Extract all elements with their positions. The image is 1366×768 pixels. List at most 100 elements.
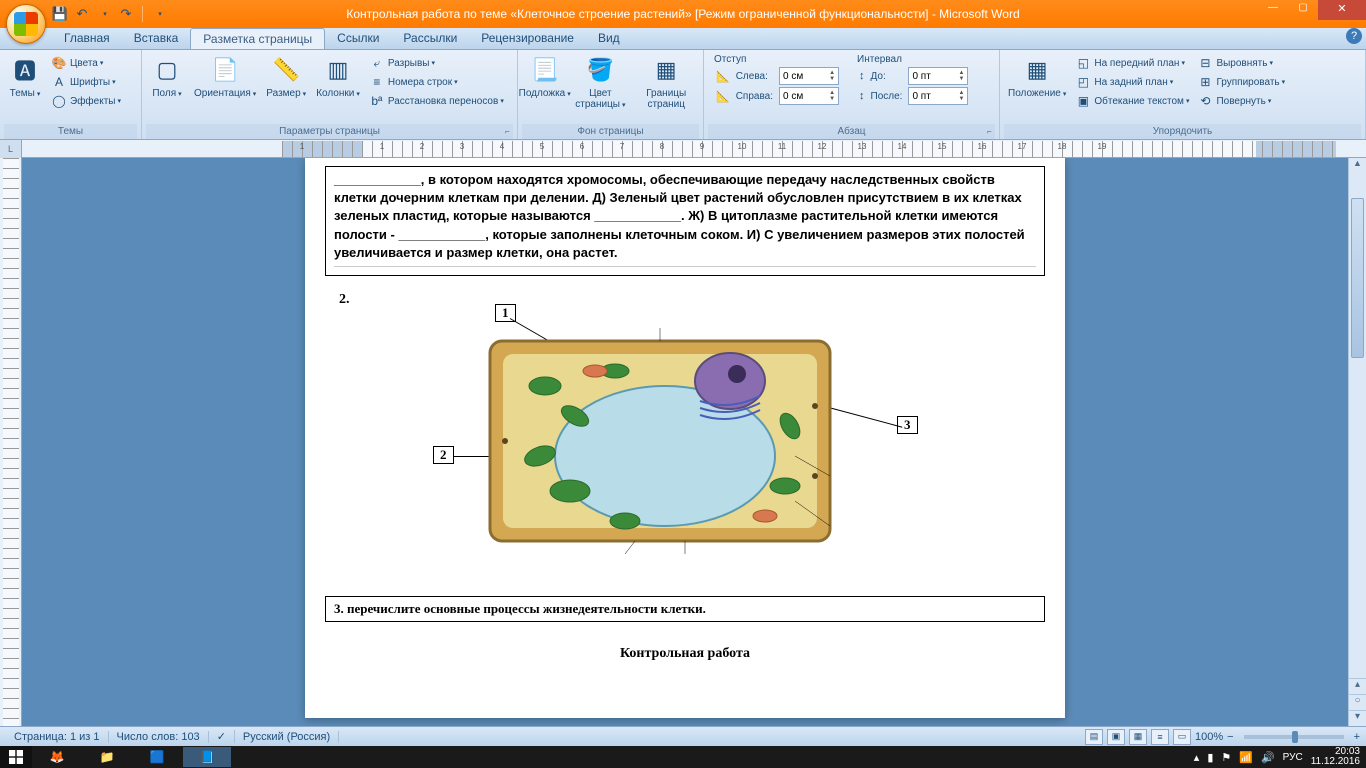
tab-page-layout[interactable]: Разметка страницы xyxy=(190,28,325,49)
themes-icon: 🅰 xyxy=(9,54,41,86)
tray-battery-icon[interactable]: ▮ xyxy=(1207,751,1213,764)
taskbar-firefox[interactable]: 🦊 xyxy=(33,747,81,767)
zoom-in[interactable]: + xyxy=(1354,731,1360,743)
undo-dropdown[interactable] xyxy=(96,6,112,22)
save-icon[interactable]: 💾 xyxy=(52,6,68,22)
spacing-after-icon: ↕ xyxy=(859,90,865,102)
indent-right-input[interactable]: 0 см▲▼ xyxy=(779,87,839,105)
spacing-before-input[interactable]: 0 пт▲▼ xyxy=(908,67,968,85)
view-full-screen[interactable]: ▣ xyxy=(1107,729,1125,745)
close-button[interactable] xyxy=(1318,0,1366,20)
line-numbers-button[interactable]: ≡Номера строк xyxy=(366,73,507,91)
scroll-up-icon[interactable]: ▲ xyxy=(1349,158,1366,174)
colors-icon: 🎨 xyxy=(51,55,67,71)
tray-up-icon[interactable]: ▴ xyxy=(1194,751,1200,764)
tab-view[interactable]: Вид xyxy=(586,28,632,49)
hyphenation-button[interactable]: bªРасстановка переносов xyxy=(366,92,507,110)
watermark-button[interactable]: 📃Подложка xyxy=(522,52,567,102)
view-web-layout[interactable]: ▦ xyxy=(1129,729,1147,745)
tab-review[interactable]: Рецензирование xyxy=(469,28,586,49)
prev-page-icon[interactable]: ▴ xyxy=(1349,678,1366,694)
view-outline[interactable]: ≡ xyxy=(1151,729,1169,745)
align-button[interactable]: ⊟Выровнять xyxy=(1194,54,1288,72)
borders-icon: ▦ xyxy=(650,54,682,86)
office-button[interactable] xyxy=(6,4,46,44)
qat-separator xyxy=(142,6,143,22)
status-proofing[interactable]: ✓ xyxy=(209,730,235,743)
window-title: Контрольная работа по теме «Клеточное ст… xyxy=(346,7,1019,21)
breaks-button[interactable]: ⤶Разрывы xyxy=(366,54,507,72)
zoom-level[interactable]: 100% xyxy=(1195,731,1223,743)
columns-button[interactable]: ▥Колонки xyxy=(312,52,364,102)
text-wrap-button[interactable]: ▣Обтекание текстом xyxy=(1072,92,1192,110)
redo-icon[interactable]: ↷ xyxy=(118,6,134,22)
indent-left-input[interactable]: 0 см▲▼ xyxy=(779,67,839,85)
maximize-button[interactable] xyxy=(1288,0,1318,20)
tab-references[interactable]: Ссылки xyxy=(325,28,391,49)
theme-fonts[interactable]: AШрифты xyxy=(48,73,124,91)
theme-effects[interactable]: ◯Эффекты xyxy=(48,92,124,110)
tab-home[interactable]: Главная xyxy=(52,28,122,49)
group-themes-title: Темы xyxy=(4,124,137,139)
next-page-icon[interactable]: ▾ xyxy=(1349,710,1366,726)
taskbar-explorer[interactable]: 📁 xyxy=(83,747,131,767)
vertical-scrollbar[interactable]: ▲ ▴ ○ ▾ xyxy=(1348,158,1366,726)
bring-front-button[interactable]: ◱На передний план xyxy=(1072,54,1192,72)
view-draft[interactable]: ▭ xyxy=(1173,729,1191,745)
undo-icon[interactable]: ↶ xyxy=(74,6,90,22)
wrap-icon: ▣ xyxy=(1075,93,1091,109)
zoom-out[interactable]: − xyxy=(1227,731,1233,743)
document-page[interactable]: ____________, в котором находятся хромос… xyxy=(305,158,1065,718)
tab-insert[interactable]: Вставка xyxy=(122,28,191,49)
columns-icon: ▥ xyxy=(322,54,354,86)
pagesetup-launcher[interactable]: ⌐ xyxy=(505,127,515,137)
tab-mailings[interactable]: Рассылки xyxy=(391,28,469,49)
group-button[interactable]: ⊞Группировать xyxy=(1194,73,1288,91)
help-button[interactable]: ? xyxy=(1346,28,1362,44)
diagram-label-3: 3 xyxy=(897,416,918,434)
browse-object-icon[interactable]: ○ xyxy=(1349,694,1366,710)
rotate-button[interactable]: ⟲Повернуть xyxy=(1194,92,1288,110)
orientation-button[interactable]: 📄Ориентация xyxy=(190,52,260,102)
margins-button[interactable]: ▢Поля xyxy=(146,52,188,102)
tray-date[interactable]: 11.12.2016 xyxy=(1311,757,1360,767)
zoom-slider[interactable] xyxy=(1244,735,1344,739)
group-arrange-title: Упорядочить xyxy=(1004,124,1361,139)
taskbar-word[interactable]: 📘 xyxy=(183,747,231,767)
document-heading: Контрольная работа xyxy=(325,646,1045,662)
group-pagesetup-title: Параметры страницы xyxy=(146,124,513,139)
page-borders-button[interactable]: ▦Границы страниц xyxy=(633,52,699,112)
qat-customize[interactable] xyxy=(151,6,167,22)
ruler-corner[interactable]: L xyxy=(0,140,22,158)
scroll-thumb[interactable] xyxy=(1351,198,1364,358)
page-color-button[interactable]: 🪣Цвет страницы xyxy=(569,52,631,113)
status-language[interactable]: Русский (Россия) xyxy=(235,731,339,743)
tray-language[interactable]: РУС xyxy=(1283,752,1303,763)
position-button[interactable]: ▦Положение xyxy=(1004,52,1070,102)
send-back-button[interactable]: ◰На задний план xyxy=(1072,73,1192,91)
status-page[interactable]: Страница: 1 из 1 xyxy=(6,731,109,743)
tray-flag-icon[interactable]: ⚑ xyxy=(1221,751,1231,764)
paragraph-launcher[interactable]: ⌐ xyxy=(987,127,997,137)
position-icon: ▦ xyxy=(1021,54,1053,86)
status-words[interactable]: Число слов: 103 xyxy=(109,731,209,743)
tray-network-icon[interactable]: 📶 xyxy=(1239,751,1253,764)
vertical-ruler[interactable] xyxy=(0,158,22,726)
back-icon: ◰ xyxy=(1075,74,1091,90)
spacing-after-input[interactable]: 0 пт▲▼ xyxy=(908,87,968,105)
taskbar-app[interactable]: 🟦 xyxy=(133,747,181,767)
minimize-button[interactable] xyxy=(1258,0,1288,20)
question-2-label: 2. xyxy=(339,292,1045,308)
themes-button[interactable]: 🅰 Темы xyxy=(4,52,46,102)
horizontal-ruler[interactable]: 112345678910111213141516171819 xyxy=(282,141,1336,157)
proofing-icon: ✓ xyxy=(217,730,226,743)
view-print-layout[interactable]: ▤ xyxy=(1085,729,1103,745)
start-button[interactable] xyxy=(0,746,32,768)
theme-colors[interactable]: 🎨Цвета xyxy=(48,54,124,72)
linenumbers-icon: ≡ xyxy=(369,74,385,90)
size-button[interactable]: 📏Размер xyxy=(262,52,310,102)
question-3-textbox: 3. перечислите основные процессы жизнеде… xyxy=(325,596,1045,622)
tray-volume-icon[interactable]: 🔊 xyxy=(1261,751,1275,764)
margins-icon: ▢ xyxy=(151,54,183,86)
size-icon: 📏 xyxy=(270,54,302,86)
